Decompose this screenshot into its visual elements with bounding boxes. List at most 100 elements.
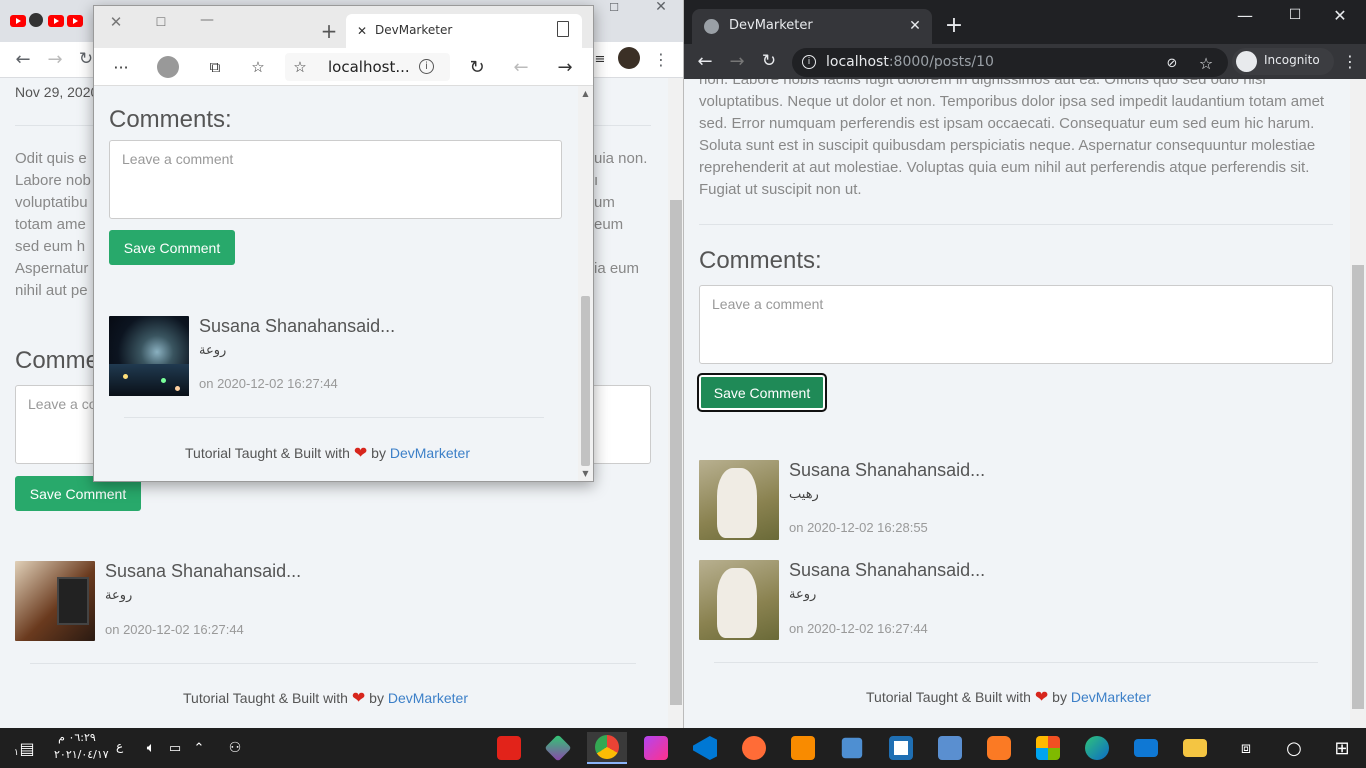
comments-heading: Comments: <box>699 247 822 274</box>
save-comment-button[interactable]: Save Comment <box>697 373 827 412</box>
comment-textarea[interactable]: Leave a comment <box>109 140 562 219</box>
save-comment-button[interactable]: Save Comment <box>109 230 235 265</box>
comment-avatar-image <box>15 561 95 641</box>
search-icon[interactable]: ○ <box>1282 736 1306 760</box>
minimize-icon[interactable]: — <box>197 10 217 30</box>
right-tab-devmarketer[interactable]: DevMarketer ✕ <box>692 9 932 44</box>
task-view-icon[interactable]: ⧈ <box>1234 736 1258 760</box>
youtube-icon[interactable] <box>67 15 83 27</box>
tab-title: DevMarketer <box>375 23 453 37</box>
light-dot <box>175 386 180 391</box>
taskbar-app-edge[interactable] <box>1077 732 1117 764</box>
windows-start-icon[interactable]: ⊞ <box>1330 736 1354 760</box>
close-icon[interactable]: ✕ <box>1329 4 1351 26</box>
edge-browser-window[interactable]: ✕ ☐ — + ✕ DevMarketer ··· ⧉ ☆ ☆ localhos… <box>93 5 594 482</box>
page-footer: Tutorial Taught & Built with ❤ by DevMar… <box>185 443 470 463</box>
info-icon[interactable]: i <box>419 59 434 74</box>
tab-close-icon[interactable]: ✕ <box>906 17 924 35</box>
maximize-icon[interactable]: ☐ <box>151 12 171 32</box>
comment-avatar-image <box>699 460 779 540</box>
eye-off-icon[interactable]: ⊘ <box>1162 53 1182 73</box>
taskbar-app-chrome[interactable] <box>587 732 627 764</box>
page-footer: Tutorial Taught & Built with ❤ by DevMar… <box>183 688 468 708</box>
menu-kebab-icon[interactable]: ⋮ <box>1342 50 1358 72</box>
taskbar-app-sublime[interactable] <box>783 732 823 764</box>
back-arrow-icon[interactable]: ← <box>12 48 34 70</box>
taskbar-app-virtualbox[interactable] <box>832 732 872 764</box>
address-bar[interactable]: i localhost:8000/posts/10 ⊘ ☆ <box>792 48 1228 77</box>
back-arrow-icon[interactable]: ← <box>694 50 716 72</box>
volume-icon[interactable]: 🔈︎ <box>140 736 162 760</box>
youtube-icon[interactable] <box>10 15 26 27</box>
scroll-up-icon[interactable]: ▲ <box>580 88 591 98</box>
maximize-icon[interactable]: ☐ <box>603 0 625 14</box>
info-icon[interactable]: i <box>802 55 816 69</box>
taskbar-app-store[interactable] <box>1028 732 1068 764</box>
clock-date[interactable]: ٢٠٢١/٠٤/١٧ <box>54 748 109 761</box>
scroll-down-icon[interactable]: ▼ <box>580 468 591 478</box>
post-body-right: uia non. ı um eum ia eum <box>594 150 648 277</box>
comment-author: Susana Shanahansaid... <box>199 316 396 336</box>
devmarketer-link[interactable]: DevMarketer <box>1071 689 1151 705</box>
taskbar-app-terminal[interactable] <box>881 732 921 764</box>
avatar[interactable] <box>618 47 640 69</box>
taskbar-app-gitkraken[interactable] <box>538 732 578 764</box>
edge-tab-devmarketer[interactable]: ✕ DevMarketer <box>346 14 582 48</box>
address-bar[interactable]: ☆ localhost... i <box>285 53 450 81</box>
tab-favicon-icon[interactable] <box>29 13 43 27</box>
taskbar-app-explorer[interactable] <box>1175 732 1215 764</box>
back-arrow-icon[interactable]: ← <box>510 56 532 78</box>
comment-author: Susana Shanahansaid... <box>105 561 302 581</box>
more-icon[interactable]: ··· <box>110 56 132 78</box>
footer-by: by <box>369 690 384 706</box>
star-icon[interactable]: ☆ <box>1196 53 1216 73</box>
youtube-icon[interactable] <box>48 15 64 27</box>
comment-avatar-image <box>699 560 779 640</box>
comment-date: on 2020-12-02 16:27:44 <box>199 376 338 391</box>
close-icon[interactable]: ✕ <box>106 12 126 32</box>
scrollbar-thumb[interactable] <box>670 200 682 705</box>
new-tab-icon[interactable]: + <box>319 19 339 43</box>
devmarketer-link[interactable]: DevMarketer <box>388 690 468 706</box>
star-icon[interactable]: ☆ <box>291 57 309 77</box>
taskbar-app-phpstorm[interactable] <box>636 732 676 764</box>
comment-author: Susana Shanahansaid... <box>789 460 986 480</box>
input-language[interactable]: ع <box>116 739 123 753</box>
devmarketer-link[interactable]: DevMarketer <box>390 445 470 461</box>
new-tab-icon[interactable]: + <box>943 13 965 38</box>
url-text[interactable]: localhost:8000/posts/10 <box>826 54 994 70</box>
forward-arrow-icon[interactable]: → <box>44 48 66 70</box>
people-icon[interactable]: ⚇ <box>224 736 246 760</box>
menu-kebab-icon[interactable]: ⋮ <box>652 48 670 70</box>
taskbar-app-app[interactable] <box>930 732 970 764</box>
taskbar-app-vscode[interactable] <box>685 732 725 764</box>
incognito-badge[interactable]: Incognito <box>1232 48 1334 75</box>
scrollbar-thumb[interactable] <box>1352 265 1364 709</box>
page-icon[interactable] <box>557 21 569 37</box>
battery-icon[interactable]: ▭ <box>165 736 185 760</box>
comment-textarea[interactable]: Leave a comment <box>699 285 1333 364</box>
tab-title: DevMarketer <box>729 18 813 33</box>
tab-close-icon[interactable]: ✕ <box>354 22 370 40</box>
maximize-icon[interactable]: ☐ <box>1284 4 1306 26</box>
clock-time[interactable]: ٠٦:٢٩ م <box>54 731 100 744</box>
taskbar-app-xampp[interactable] <box>979 732 1019 764</box>
forward-arrow-icon[interactable]: → <box>726 50 748 72</box>
reload-icon[interactable]: ↻ <box>466 56 488 78</box>
scrollbar-thumb[interactable] <box>581 296 590 466</box>
close-icon[interactable]: ✕ <box>650 0 672 15</box>
store-icon <box>1036 736 1060 760</box>
address-text[interactable]: localhost... <box>328 58 410 76</box>
taskbar-app-anydesk[interactable] <box>489 732 529 764</box>
reload-icon[interactable]: ↻ <box>758 50 780 72</box>
profile-icon[interactable] <box>157 56 179 78</box>
minimize-icon[interactable]: — <box>1234 4 1256 26</box>
show-hidden-icons-icon[interactable]: ⌃ <box>189 736 209 760</box>
favorites-icon[interactable]: ☆ <box>247 56 269 78</box>
right-browser-window[interactable]: DevMarketer ✕ + — ☐ ✕ ← → ↻ i localhost:… <box>684 0 1366 728</box>
tablet-shape <box>57 577 89 625</box>
forward-arrow-icon[interactable]: → <box>554 56 576 78</box>
collections-icon[interactable]: ⧉ <box>204 56 226 78</box>
taskbar-app-postman[interactable] <box>734 732 774 764</box>
taskbar-app-mail[interactable] <box>1126 732 1166 764</box>
